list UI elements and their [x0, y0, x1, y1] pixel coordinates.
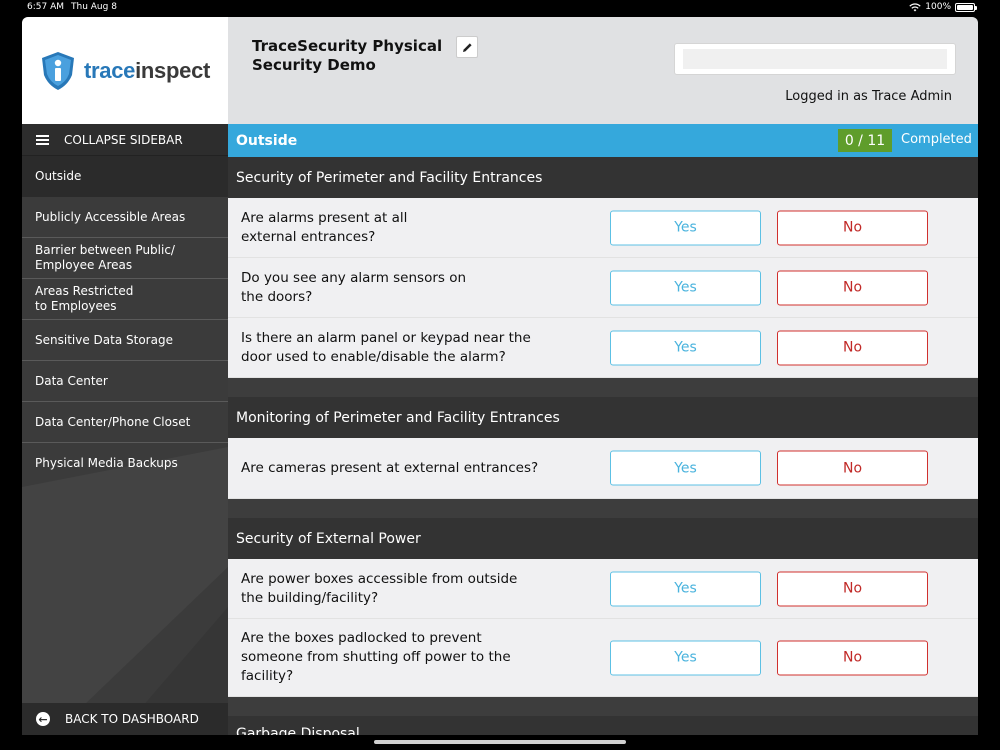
- sidebar-item-label: Data Center: [35, 373, 108, 388]
- question-row: Are alarms present at all external entra…: [228, 198, 978, 258]
- shield-logo-icon: [42, 51, 74, 90]
- sidebar-item-label: Data Center/Phone Closet: [35, 414, 191, 429]
- sidebar-item-sensitive-data-storage[interactable]: Sensitive Data Storage: [22, 320, 228, 361]
- group-spacer: [228, 499, 978, 518]
- sidebar-item-label: Physical Media Backups: [35, 456, 178, 470]
- progress-badge: 0 / 11: [838, 129, 892, 152]
- pencil-icon: [462, 42, 472, 52]
- group-spacer: [228, 697, 978, 716]
- question-text: Are cameras present at external entrance…: [241, 459, 539, 476]
- sidebar-item-label: Outside: [35, 168, 82, 183]
- group-header: Security of External Power: [228, 518, 978, 559]
- collapse-sidebar-button[interactable]: COLLAPSE SIDEBAR: [22, 124, 228, 156]
- sidebar-background-pattern: [22, 447, 228, 707]
- sidebar-nav: Outside Publicly Accessible Areas Barrie…: [22, 156, 228, 484]
- yes-button[interactable]: Yes: [610, 571, 761, 606]
- status-bar: 6:57 AM Thu Aug 8 100%: [0, 0, 1000, 17]
- hamburger-icon: [36, 134, 49, 145]
- logo: traceinspect: [22, 17, 228, 124]
- question-row: Are cameras present at external entrance…: [228, 438, 978, 499]
- arrow-left-circle-icon: ←: [36, 712, 50, 726]
- sidebar-item-label: Areas Restricted to Employees: [35, 284, 134, 313]
- back-to-dashboard-label: BACK TO DASHBOARD: [65, 712, 199, 726]
- sidebar-item-physical-media-backups[interactable]: Physical Media Backups: [22, 443, 228, 484]
- group-header: Security of Perimeter and Facility Entra…: [228, 157, 978, 198]
- sidebar-item-barrier-between-public-employee[interactable]: Barrier between Public/ Employee Areas: [22, 238, 228, 279]
- question-row: Is there an alarm panel or keypad near t…: [228, 318, 978, 378]
- battery-percent: 100%: [925, 2, 951, 12]
- search-field[interactable]: [674, 43, 956, 75]
- question-text: Are power boxes accessible from outside …: [241, 570, 518, 606]
- home-indicator[interactable]: [374, 740, 626, 744]
- sidebar: traceinspect COLLAPSE SIDEBAR Outside Pu…: [22, 17, 228, 735]
- completed-label: Completed: [901, 132, 972, 147]
- sidebar-item-areas-restricted[interactable]: Areas Restricted to Employees: [22, 279, 228, 320]
- question-list: Security of Perimeter and Facility Entra…: [228, 157, 978, 735]
- status-date: Thu Aug 8: [71, 2, 117, 12]
- yes-button[interactable]: Yes: [610, 450, 761, 486]
- collapse-sidebar-label: COLLAPSE SIDEBAR: [64, 132, 183, 147]
- no-button[interactable]: No: [777, 571, 928, 606]
- question-text: Are the boxes padlocked to prevent someo…: [241, 630, 511, 684]
- battery-icon: [955, 2, 977, 12]
- sidebar-item-data-center[interactable]: Data Center: [22, 361, 228, 402]
- sidebar-item-data-center-phone-closet[interactable]: Data Center/Phone Closet: [22, 402, 228, 443]
- question-text: Is there an alarm panel or keypad near t…: [241, 329, 531, 365]
- wifi-icon: [909, 2, 921, 11]
- app-window: traceinspect COLLAPSE SIDEBAR Outside Pu…: [22, 17, 978, 735]
- status-time: 6:57 AM: [27, 2, 64, 12]
- main-panel: TraceSecurity Physical Security Demo Log…: [228, 17, 978, 735]
- question-row: Do you see any alarm sensors on the door…: [228, 258, 978, 318]
- page-title: TraceSecurity Physical Security Demo: [252, 37, 443, 74]
- group-header: Garbage Disposal: [228, 716, 978, 735]
- yes-button[interactable]: Yes: [610, 210, 761, 245]
- section-name: Outside: [236, 132, 298, 149]
- section-bar: Outside 0 / 11 Completed: [228, 124, 978, 157]
- sidebar-item-label: Sensitive Data Storage: [35, 332, 173, 347]
- header: TraceSecurity Physical Security Demo Log…: [228, 17, 978, 124]
- no-button[interactable]: No: [777, 330, 928, 365]
- yes-button[interactable]: Yes: [610, 330, 761, 365]
- back-to-dashboard-button[interactable]: ← BACK TO DASHBOARD: [22, 703, 228, 735]
- group-spacer: [228, 378, 978, 397]
- logo-text: traceinspect: [84, 57, 211, 83]
- status-right: 100%: [909, 2, 977, 12]
- sidebar-item-publicly-accessible-areas[interactable]: Publicly Accessible Areas: [22, 197, 228, 238]
- question-row: Are the boxes padlocked to prevent someo…: [228, 619, 978, 697]
- question-text: Do you see any alarm sensors on the door…: [241, 269, 467, 305]
- edit-title-button[interactable]: [456, 36, 478, 58]
- logged-in-label: Logged in as Trace Admin: [785, 89, 952, 104]
- no-button[interactable]: No: [777, 640, 928, 675]
- question-row: Are power boxes accessible from outside …: [228, 559, 978, 619]
- sidebar-item-outside[interactable]: Outside: [22, 156, 228, 197]
- search-input[interactable]: [683, 49, 947, 69]
- no-button[interactable]: No: [777, 210, 928, 245]
- no-button[interactable]: No: [777, 450, 928, 486]
- question-text: Are alarms present at all external entra…: [241, 209, 408, 245]
- group-header: Monitoring of Perimeter and Facility Ent…: [228, 397, 978, 438]
- sidebar-item-label: Publicly Accessible Areas: [35, 209, 186, 224]
- yes-button[interactable]: Yes: [610, 640, 761, 675]
- no-button[interactable]: No: [777, 270, 928, 305]
- sidebar-item-label: Barrier between Public/ Employee Areas: [35, 243, 175, 272]
- yes-button[interactable]: Yes: [610, 270, 761, 305]
